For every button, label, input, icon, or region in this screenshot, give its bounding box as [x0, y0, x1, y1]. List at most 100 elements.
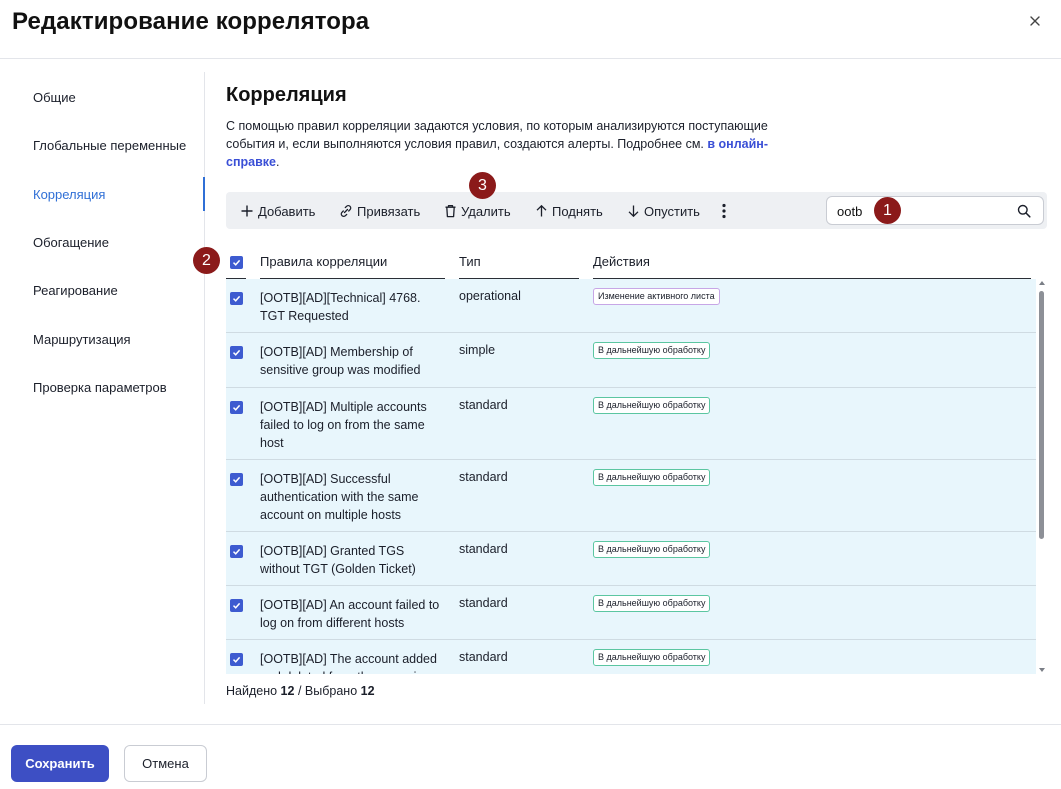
- sidebar-item-correlation[interactable]: Корреляция: [33, 187, 105, 202]
- section-description: С помощью правил корреляции задаются усл…: [226, 117, 771, 171]
- add-button-label: Добавить: [258, 203, 316, 219]
- arrow-down-icon: [628, 205, 639, 218]
- rule-type: standard: [459, 650, 508, 664]
- table-row[interactable]: [OOTB][AD] Multiple accounts failed to l…: [226, 388, 1036, 460]
- action-tag: В дальнейшую обработку: [593, 342, 711, 359]
- action-tag: В дальнейшую обработку: [593, 469, 711, 486]
- check-icon: [232, 404, 241, 411]
- trash-icon: [445, 204, 456, 218]
- dialog-title: Редактирование коррелятора: [12, 8, 370, 35]
- section-title: Корреляция: [226, 84, 347, 106]
- rule-name: [OOTB][AD] Successful authentication wit…: [260, 472, 419, 522]
- sidebar-item-general[interactable]: Общие: [33, 90, 76, 105]
- rule-type: standard: [459, 542, 508, 556]
- callout-1: 1: [874, 197, 901, 224]
- row-checkbox[interactable]: [230, 653, 243, 666]
- save-button[interactable]: Сохранить: [11, 745, 109, 782]
- close-icon[interactable]: [1027, 13, 1043, 29]
- content-area: Корреляция С помощью правил корреляции з…: [226, 80, 1047, 171]
- rules-toolbar: Добавить Привязать Удалить Поднять Опуст…: [226, 192, 1047, 229]
- callout-2: 2: [193, 247, 220, 274]
- table-body: [OOTB][AD][Technical] 4768. TGT Requeste…: [226, 279, 1036, 674]
- table-row[interactable]: [OOTB][AD] Successful authentication wit…: [226, 460, 1036, 532]
- rule-name: [OOTB][AD] Granted TGS without TGT (Gold…: [260, 544, 416, 576]
- link-button[interactable]: Привязать: [339, 201, 420, 221]
- sidebar-item-parameter-check[interactable]: Проверка параметров: [33, 380, 167, 395]
- check-icon: [232, 656, 241, 663]
- move-down-button[interactable]: Опустить: [627, 201, 700, 221]
- selected-label: Выбрано: [304, 684, 358, 698]
- table-row[interactable]: [OOTB][AD] Granted TGS without TGT (Gold…: [226, 532, 1036, 586]
- table-row[interactable]: [OOTB][AD] The account added and deleted…: [226, 640, 1036, 674]
- scroll-up-arrow-icon[interactable]: [1039, 281, 1045, 285]
- sidebar-nav: Общие Глобальные переменные Корреляция О…: [0, 72, 205, 704]
- table-scrollbar[interactable]: [1038, 279, 1046, 674]
- search-box: [826, 196, 1044, 225]
- rule-type: standard: [459, 470, 508, 484]
- row-checkbox[interactable]: [230, 401, 243, 414]
- row-checkbox[interactable]: [230, 473, 243, 486]
- callout-3: 3: [469, 172, 496, 199]
- check-icon: [232, 349, 241, 356]
- sidebar-item-response[interactable]: Реагирование: [33, 283, 118, 298]
- sidebar-item-routing[interactable]: Маршрутизация: [33, 332, 131, 347]
- more-vertical-icon[interactable]: [721, 203, 727, 219]
- row-checkbox[interactable]: [230, 346, 243, 359]
- move-down-button-label: Опустить: [644, 203, 700, 219]
- search-input[interactable]: [837, 201, 1007, 221]
- select-all-checkbox[interactable]: [230, 256, 243, 269]
- found-count: 12: [280, 684, 295, 698]
- header-divider: [0, 58, 1061, 59]
- column-header-type[interactable]: Тип: [459, 254, 481, 269]
- action-tag: Изменение активного листа: [593, 288, 720, 305]
- plus-icon: [241, 205, 253, 217]
- check-icon: [232, 295, 241, 302]
- delete-button-label: Удалить: [461, 203, 511, 219]
- sidebar-item-global-variables[interactable]: Глобальные переменные: [33, 138, 186, 153]
- rule-type: operational: [459, 289, 521, 303]
- column-header-rules[interactable]: Правила корреляции: [260, 254, 387, 269]
- selection-status: Найдено 12 / Выбрано 12: [226, 684, 375, 698]
- rule-name: [OOTB][AD] Membership of sensitive group…: [260, 345, 421, 377]
- table-row[interactable]: [OOTB][AD] An account failed to log on f…: [226, 586, 1036, 640]
- rule-name: [OOTB][AD][Technical] 4768. TGT Requeste…: [260, 291, 421, 323]
- move-up-button[interactable]: Поднять: [535, 201, 603, 221]
- check-icon: [232, 259, 241, 266]
- search-icon[interactable]: [1017, 204, 1031, 218]
- rule-type: simple: [459, 343, 496, 357]
- scroll-down-arrow-icon[interactable]: [1039, 668, 1045, 672]
- table-row[interactable]: [OOTB][AD][Technical] 4768. TGT Requeste…: [226, 279, 1036, 333]
- rule-name: [OOTB][AD] The account added and deleted…: [260, 652, 437, 674]
- rule-type: standard: [459, 398, 508, 412]
- link-icon: [340, 205, 352, 217]
- column-header-actions[interactable]: Действия: [593, 254, 650, 269]
- description-text: С помощью правил корреляции задаются усл…: [226, 119, 768, 151]
- table-header: Правила корреляции Тип Действия: [226, 246, 1047, 279]
- arrow-up-icon: [536, 204, 547, 217]
- action-tag: В дальнейшую обработку: [593, 649, 711, 666]
- row-checkbox[interactable]: [230, 599, 243, 612]
- check-icon: [232, 602, 241, 609]
- sidebar-item-enrichment[interactable]: Обогащение: [33, 235, 109, 250]
- check-icon: [232, 476, 241, 483]
- table-row[interactable]: [OOTB][AD] Membership of sensitive group…: [226, 333, 1036, 388]
- row-checkbox[interactable]: [230, 292, 243, 305]
- footer-divider: [0, 724, 1061, 725]
- sidebar-active-indicator: [203, 177, 205, 211]
- rule-type: standard: [459, 596, 508, 610]
- row-checkbox[interactable]: [230, 545, 243, 558]
- found-label: Найдено: [226, 684, 278, 698]
- scrollbar-thumb[interactable]: [1039, 291, 1044, 539]
- action-tag: В дальнейшую обработку: [593, 595, 711, 612]
- delete-button[interactable]: Удалить: [444, 201, 511, 221]
- check-icon: [232, 548, 241, 555]
- description-end: .: [275, 155, 280, 169]
- rule-name: [OOTB][AD] Multiple accounts failed to l…: [260, 400, 427, 450]
- link-button-label: Привязать: [357, 203, 421, 219]
- action-tag: В дальнейшую обработку: [593, 397, 711, 414]
- add-button[interactable]: Добавить: [240, 201, 315, 221]
- cancel-button[interactable]: Отмена: [124, 745, 207, 782]
- move-up-button-label: Поднять: [552, 203, 603, 219]
- correlation-rules-table: Правила корреляции Тип Действия [OOTB][A…: [226, 246, 1047, 674]
- selected-count: 12: [360, 684, 375, 698]
